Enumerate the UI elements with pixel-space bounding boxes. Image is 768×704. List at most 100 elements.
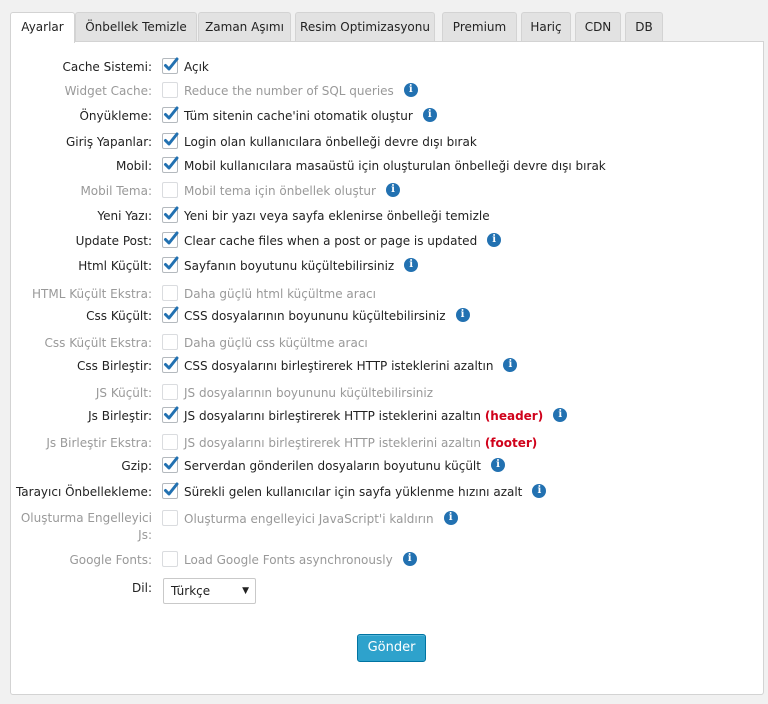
info-icon[interactable]: i [532,483,547,498]
info-icon[interactable]: i [404,257,419,272]
setting-label: Tarayıcı Önbellekleme: [15,485,152,499]
setting-description-text: Load Google Fonts asynchronously [184,553,393,567]
setting-description-text: CSS dosyalarını birleştirerek HTTP istek… [184,359,494,373]
setting-label: Update Post: [75,234,152,248]
setting-description-text: JS dosyalarını birleştirerek HTTP istekl… [184,436,481,450]
tab-7[interactable]: DB [625,12,663,42]
tab-4[interactable]: Premium [442,12,517,42]
setting-row: Tarayıcı Önbellekleme: Sürekli gelen kull… [0,482,768,503]
setting-description-text: Sürekli gelen kullanıcılar için sayfa yü… [184,485,523,499]
setting-description-text: Reduce the number of SQL queries [184,84,394,98]
setting-checkbox[interactable] [162,356,179,373]
language-select-value: Türkçe [171,584,211,598]
setting-checkbox[interactable] [162,334,178,350]
setting-description: CSS dosyalarının boyununu küçültebilirsi… [184,307,470,325]
setting-label: Html Küçült: [78,259,152,273]
setting-description-text: JS dosyalarının boyununu küçültebilirsin… [184,386,434,400]
tab-2[interactable]: Zaman Aşımı [198,12,291,42]
setting-label: Css Birleştir: [77,359,152,373]
tab-5[interactable]: Hariç [521,12,571,42]
setting-description: Oluşturma engelleyici JavaScript'i kaldı… [184,510,458,528]
setting-description-text: Daha güçlü css küçültme aracı [184,336,368,350]
setting-row: Giriş Yapanlar: Login olan kullanıcılara … [0,132,768,153]
setting-checkbox[interactable] [162,231,179,248]
setting-description: Açık [184,58,209,76]
setting-checkbox[interactable] [162,551,178,567]
setting-description-text: Sayfanın boyutunu küçültebilirsiniz [184,259,395,273]
setting-description: Daha güçlü html küçültme aracı [184,285,376,303]
setting-description-text: CSS dosyalarının boyununu küçültebilirsi… [184,309,446,323]
setting-label: Gzip: [121,459,152,473]
setting-label: Css Küçült Ekstra: [44,336,152,350]
setting-description-text: Mobil kullanıcılara masaüstü için oluştu… [184,159,606,173]
submit-button[interactable]: Gönder [357,634,426,662]
setting-row: Google Fonts: Load Google Fonts asynchron… [0,551,768,571]
setting-row: JS Küçült: JS dosyalarının boyununu küçül… [0,384,768,404]
setting-label: Css Küçült: [86,309,152,323]
setting-checkbox[interactable] [162,132,179,149]
info-icon[interactable]: i [503,357,518,372]
setting-row: HTML Küçült Ekstra: Daha güçlü html küçül… [0,285,768,305]
setting-checkbox[interactable] [162,434,178,450]
setting-label: Önyükleme: [79,109,152,123]
info-icon[interactable]: i [385,182,400,197]
setting-label: Cache Sistemi: [62,60,153,74]
setting-label: Js Birleştir Ekstra: [46,436,152,450]
tab-6[interactable]: CDN [575,12,621,42]
setting-row: Js Birleştir Ekstra: JS dosyalarını birle… [0,434,768,454]
tab-3[interactable]: Resim Optimizasyonu [295,12,435,42]
setting-checkbox[interactable] [162,510,178,526]
setting-checkbox[interactable] [162,106,179,123]
setting-row: Css Küçült Ekstra: Daha güçlü css küçültm… [0,334,768,354]
setting-row: Yeni Yazı: Yeni bir yazı veya sayfa eklen… [0,206,768,227]
setting-checkbox[interactable] [162,384,178,400]
setting-label: JS Küçült: [95,386,152,400]
info-icon[interactable]: i [455,307,470,322]
setting-description: Login olan kullanıcılara önbelleği devre… [184,133,477,151]
setting-checkbox[interactable] [162,57,179,74]
setting-description: JS dosyalarının boyununu küçültebilirsin… [184,384,433,402]
setting-checkbox[interactable] [162,456,179,473]
setting-row: Oluşturma Engelleyici Js: Oluşturma engell… [0,510,768,542]
setting-description: Yeni bir yazı veya sayfa eklenirse önbel… [184,207,490,225]
setting-description-text: Clear cache files when a post or page is… [184,234,478,248]
setting-description: Load Google Fonts asynchronously i [184,551,417,569]
setting-label: Giriş Yapanlar: [65,135,152,149]
tab-0[interactable]: Ayarlar [10,12,75,43]
setting-checkbox[interactable] [162,306,179,323]
info-icon[interactable]: i [403,82,418,97]
setting-checkbox[interactable] [162,256,179,273]
setting-row: Js Birleştir: JS dosyalarını birleştirere… [0,406,768,427]
setting-description-text: JS dosyalarını birleştirerek HTTP istekl… [184,409,481,423]
setting-row: Önyükleme: Tüm sitenin cache'ini otomatik… [0,106,768,127]
info-icon[interactable]: i [553,407,568,422]
info-icon[interactable]: i [490,457,505,472]
setting-description-text: Login olan kullanıcılara önbelleği devre… [184,135,477,149]
tab-bar: Ayarlar Önbellek Temizle Zaman Aşımı Resim … [0,0,768,43]
setting-checkbox[interactable] [162,206,179,223]
setting-checkbox[interactable] [162,285,178,301]
info-icon[interactable]: i [443,510,458,525]
setting-checkbox[interactable] [162,406,179,423]
setting-label: Mobil Tema: [80,184,152,198]
language-label: Dil: [132,581,152,595]
setting-description: JS dosyalarını birleştirerek HTTP istekl… [184,434,537,452]
setting-description: Serverdan gönderilen dosyaların boyutunu… [184,457,505,475]
info-icon[interactable]: i [402,551,417,566]
setting-label: HTML Küçült Ekstra: [32,287,152,301]
setting-checkbox[interactable] [162,182,178,198]
setting-row: Css Küçült: CSS dosyalarının boyununu küç… [0,306,768,327]
setting-row: Gzip: Serverdan gönderilen dosyaların boy… [0,456,768,477]
setting-description-text: Daha güçlü html küçültme aracı [184,287,376,301]
setting-label: Widget Cache: [64,84,152,98]
setting-checkbox[interactable] [162,82,178,98]
language-select[interactable]: Türkçe ▼ [163,578,256,604]
setting-checkbox[interactable] [162,156,179,173]
info-icon[interactable]: i [422,107,437,122]
setting-description-text: Oluşturma engelleyici JavaScript'i kaldı… [184,512,434,526]
setting-tag: (header) [484,409,544,423]
setting-checkbox[interactable] [162,482,179,499]
setting-row: Cache Sistemi: Açık [0,57,768,78]
tab-1[interactable]: Önbellek Temizle [75,12,197,42]
info-icon[interactable]: i [487,232,502,247]
